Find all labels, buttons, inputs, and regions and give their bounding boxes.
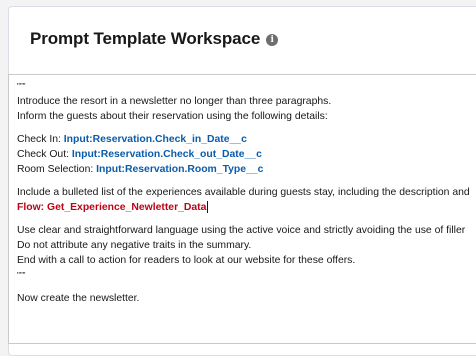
intro-line-2: Inform the guests about their reservatio…	[17, 111, 328, 122]
style-line-3: End with a call to action for readers to…	[17, 255, 356, 266]
final-line: Now create the newsletter.	[17, 293, 140, 304]
text-caret	[207, 201, 209, 214]
close-quotes: """	[17, 271, 26, 280]
check-in-merge-field[interactable]: Input:Reservation.Check_in_Date__c	[64, 134, 247, 145]
style-line-2: Do not attribute any negative traits in …	[17, 240, 252, 251]
info-icon[interactable]: i	[266, 34, 279, 46]
check-out-label: Check Out:	[17, 149, 69, 160]
open-quotes: """	[17, 82, 26, 91]
style-line-1: Use clear and straightforward language u…	[17, 225, 466, 236]
room-label: Room Selection:	[17, 164, 94, 175]
panel-header: Prompt Template Workspace i	[30, 29, 279, 49]
prompt-editor-content[interactable]: """ Introduce the resort in a newsletter…	[17, 79, 470, 306]
page-title: Prompt Template Workspace	[30, 29, 261, 48]
check-out-line: Check Out: Input:Reservation.Check_out_D…	[17, 147, 470, 162]
room-merge-field[interactable]: Input:Reservation.Room_Type__c	[96, 164, 263, 175]
check-in-label: Check In:	[17, 134, 61, 145]
intro-line-1: Introduce the resort in a newsletter no …	[17, 96, 332, 107]
check-out-merge-field[interactable]: Input:Reservation.Check_out_Date__c	[72, 149, 262, 160]
flow-line: Flow: Get_Experience_Newletter_Data	[17, 200, 470, 215]
experiences-line: Include a bulleted list of the experienc…	[17, 187, 470, 198]
flow-reference[interactable]: Flow: Get_Experience_Newletter_Data	[17, 202, 206, 213]
check-in-line: Check In: Input:Reservation.Check_in_Dat…	[17, 132, 470, 147]
prompt-editor[interactable]: """ Introduce the resort in a newsletter…	[8, 74, 476, 344]
room-line: Room Selection: Input:Reservation.Room_T…	[17, 162, 470, 177]
